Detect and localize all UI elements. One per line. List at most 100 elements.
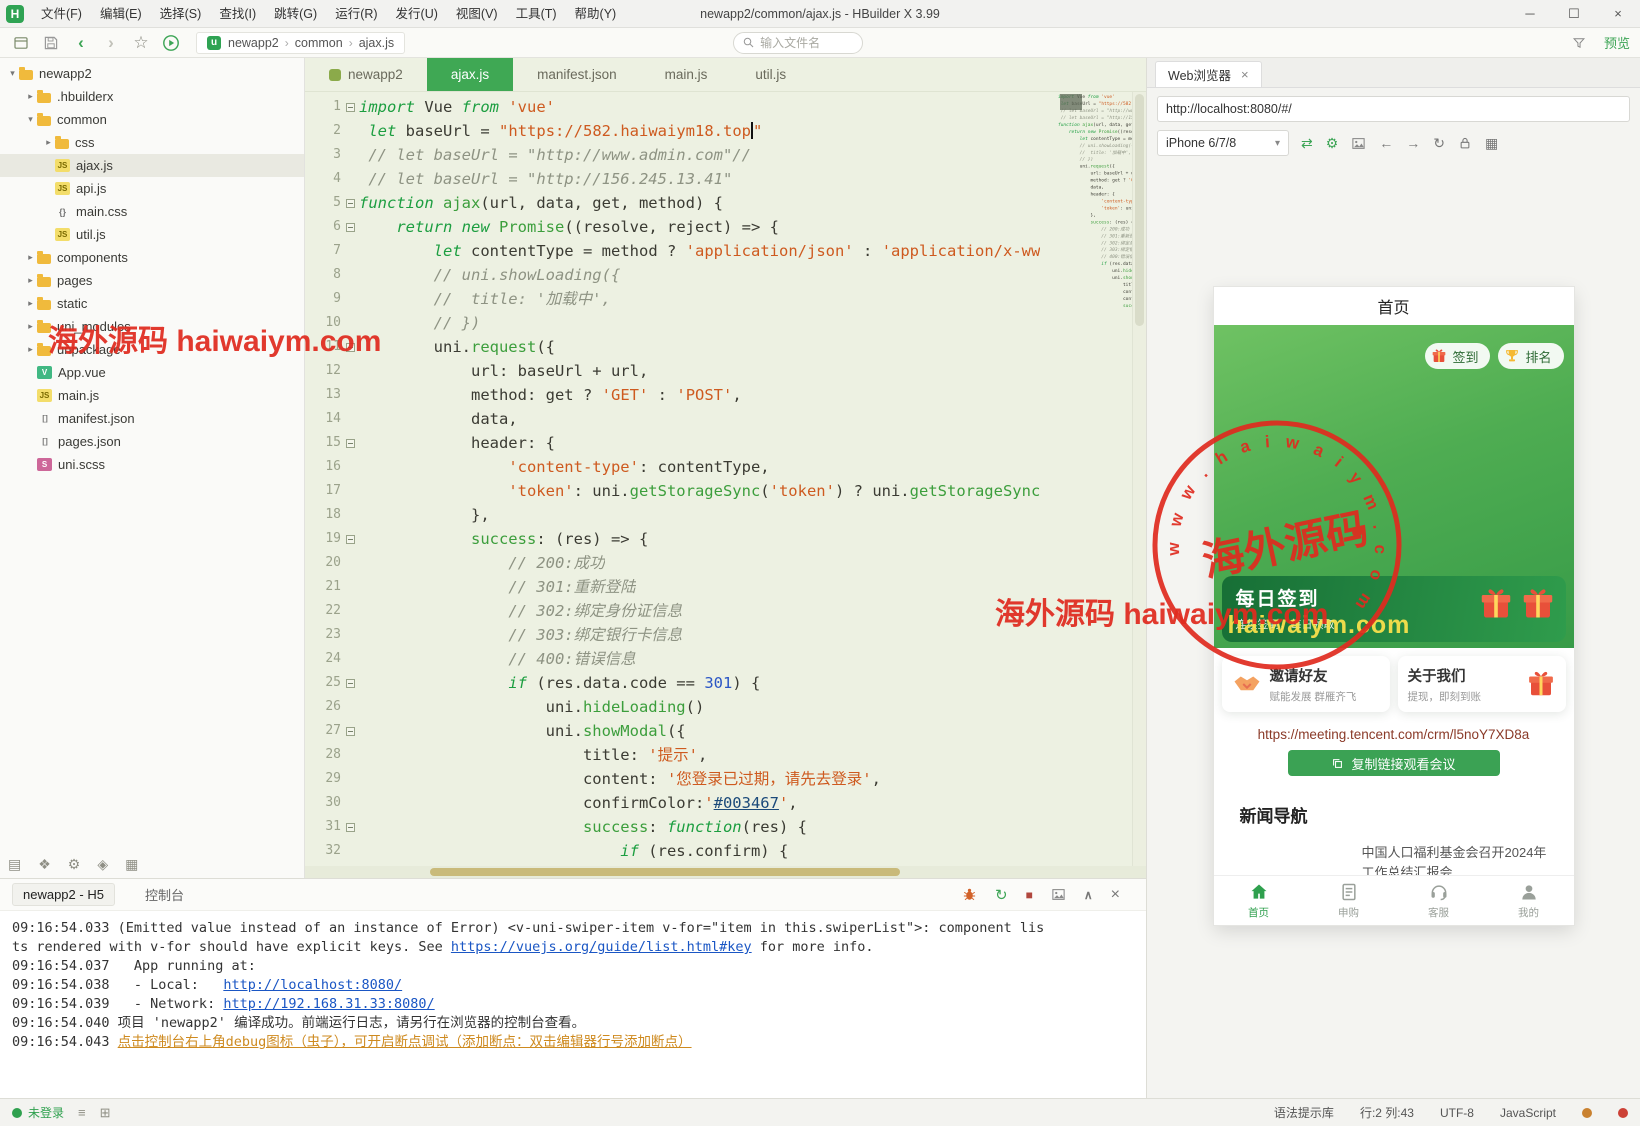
code-line[interactable]: 5function ajax(url, data, get, method) {: [305, 191, 1058, 215]
editor-tab-newapp2[interactable]: newapp2: [305, 58, 427, 91]
code-line[interactable]: 22 // 302:绑定身份证信息: [305, 599, 1058, 623]
fold-marker[interactable]: [341, 527, 359, 551]
error-icon[interactable]: [1618, 1108, 1628, 1118]
code-area[interactable]: 1import Vue from 'vue'2 let baseUrl = "h…: [305, 92, 1058, 866]
vertical-scrollbar[interactable]: [1132, 92, 1146, 866]
grid-icon[interactable]: ▦: [125, 856, 138, 873]
phone-tab-首页[interactable]: 首页: [1214, 876, 1304, 925]
code-line[interactable]: 23 // 303:绑定银行卡信息: [305, 623, 1058, 647]
expand-arrow-icon[interactable]: ▸: [42, 137, 55, 148]
code-line[interactable]: 14 data,: [305, 407, 1058, 431]
editor-tab-util-js[interactable]: util.js: [731, 58, 810, 91]
menu-item[interactable]: 工具(T): [507, 0, 566, 28]
console-tab-inactive[interactable]: 控制台: [135, 882, 194, 907]
refresh-icon[interactable]: ↻: [1433, 135, 1445, 152]
syntax-lib[interactable]: 语法提示库: [1274, 1104, 1334, 1121]
console-link[interactable]: http://192.168.31.33:8080/: [223, 996, 434, 1012]
menu-item[interactable]: 发行(U): [387, 0, 447, 28]
tree-item-static[interactable]: ▸static: [0, 292, 304, 315]
fold-marker[interactable]: [341, 815, 359, 839]
code-line[interactable]: 27 uni.showModal({: [305, 719, 1058, 743]
menu-item[interactable]: 选择(S): [151, 0, 211, 28]
console-link[interactable]: http://localhost:8080/: [223, 977, 402, 993]
code-line[interactable]: 29 content: '您登录已过期，请先去登录',: [305, 767, 1058, 791]
code-line[interactable]: 21 // 301:重新登陆: [305, 575, 1058, 599]
restart-icon[interactable]: ↻: [995, 886, 1008, 904]
meeting-link[interactable]: https://meeting.tencent.com/crm/l5noY7XD…: [1214, 727, 1574, 742]
fold-marker[interactable]: [341, 95, 359, 119]
console-log-output[interactable]: 09:16:54.033 (Emitted value instead of a…: [0, 911, 1146, 1098]
notice-icon[interactable]: [1582, 1108, 1592, 1118]
url-input[interactable]: [1157, 96, 1630, 122]
menu-item[interactable]: 文件(F): [32, 0, 91, 28]
tree-item-App-vue[interactable]: VApp.vue: [0, 361, 304, 384]
tree-item-manifest-json[interactable]: [ ]manifest.json: [0, 407, 304, 430]
favorite-icon[interactable]: ☆: [130, 33, 152, 53]
code-line[interactable]: 13 method: get ? 'GET' : 'POST',: [305, 383, 1058, 407]
cursor-position[interactable]: 行:2 列:43: [1360, 1104, 1414, 1121]
code-line[interactable]: 31 success: function(res) {: [305, 815, 1058, 839]
phone-tab-客服[interactable]: 客服: [1394, 876, 1484, 925]
tree-item-unpackage[interactable]: ▸unpackage: [0, 338, 304, 361]
card-关于我们[interactable]: 关于我们提现，即刻到账: [1398, 656, 1566, 712]
expand-arrow-icon[interactable]: ▸: [24, 252, 37, 263]
pill-签到[interactable]: 签到: [1425, 343, 1490, 369]
login-status[interactable]: 未登录: [12, 1104, 64, 1121]
menu-item[interactable]: 查找(I): [210, 0, 265, 28]
minimize-button[interactable]: ─: [1508, 0, 1552, 28]
menu-item[interactable]: 编辑(E): [91, 0, 151, 28]
code-line[interactable]: 32 if (res.confirm) {: [305, 839, 1058, 863]
code-line[interactable]: 19 success: (res) => {: [305, 527, 1058, 551]
outline-icon[interactable]: ≡: [78, 1105, 86, 1120]
menu-item[interactable]: 跳转(G): [265, 0, 326, 28]
menu-item[interactable]: 帮助(Y): [566, 0, 626, 28]
fold-marker[interactable]: [341, 671, 359, 695]
menu-item[interactable]: 运行(R): [326, 0, 386, 28]
code-line[interactable]: 3 // let baseUrl = "http://www.admin.com…: [305, 143, 1058, 167]
code-line[interactable]: 12 url: baseUrl + url,: [305, 359, 1058, 383]
code-line[interactable]: 10 // }): [305, 311, 1058, 335]
tree-item-pages-json[interactable]: [ ]pages.json: [0, 430, 304, 453]
tree-item-uni-scss[interactable]: Suni.scss: [0, 453, 304, 476]
tree-item-uni_modules[interactable]: ▸uni_modules: [0, 315, 304, 338]
split-view-icon[interactable]: ⊞: [100, 1105, 111, 1121]
code-line[interactable]: 2 let baseUrl = "https://582.haiwaiym18.…: [305, 119, 1058, 143]
debug-icon[interactable]: [962, 887, 977, 902]
expand-arrow-icon[interactable]: ▸: [24, 275, 37, 286]
capture-icon[interactable]: [1351, 136, 1366, 151]
code-line[interactable]: 25 if (res.data.code == 301) {: [305, 671, 1058, 695]
tree-item-ajax-js[interactable]: JSajax.js: [0, 154, 304, 177]
close-button[interactable]: ×: [1596, 0, 1640, 28]
close-icon[interactable]: ×: [1241, 67, 1249, 82]
back-button[interactable]: ‹: [70, 33, 92, 53]
code-line[interactable]: 16 'content-type': contentType,: [305, 455, 1058, 479]
code-line[interactable]: 17 'token': uni.getStorageSync('token') …: [305, 479, 1058, 503]
forward-icon[interactable]: →: [1406, 135, 1420, 151]
qrcode-icon[interactable]: ▦: [1485, 135, 1498, 152]
code-line[interactable]: 6 return new Promise((resolve, reject) =…: [305, 215, 1058, 239]
browser-tab[interactable]: Web浏览器 ×: [1155, 61, 1262, 87]
tree-item-main-css[interactable]: {}main.css: [0, 200, 304, 223]
back-icon[interactable]: ←: [1379, 135, 1393, 151]
tree-item--hbuilderx[interactable]: ▸.hbuilderx: [0, 85, 304, 108]
encoding[interactable]: UTF-8: [1440, 1106, 1474, 1120]
code-line[interactable]: 11 uni.request({: [305, 335, 1058, 359]
editor-tab-main-js[interactable]: main.js: [641, 58, 732, 91]
vertical-scrollbar-thumb[interactable]: [1135, 94, 1144, 326]
expand-arrow-icon[interactable]: ▾: [24, 114, 37, 125]
copy-link-button[interactable]: 复制链接观看会议: [1288, 750, 1500, 776]
expand-arrow-icon[interactable]: ▾: [6, 68, 19, 79]
extensions-icon[interactable]: ❖: [38, 856, 51, 873]
toggle-panel-icon[interactable]: [10, 32, 32, 54]
collapse-icon[interactable]: ∧: [1084, 888, 1093, 902]
breadcrumb-item[interactable]: ajax.js: [359, 36, 394, 50]
settings-icon[interactable]: ⚙: [1326, 135, 1339, 152]
console-tab-active[interactable]: newapp2 - H5: [12, 883, 115, 906]
tree-item-components[interactable]: ▸components: [0, 246, 304, 269]
phone-tab-申购[interactable]: 申购: [1304, 876, 1394, 925]
code-line[interactable]: 15 header: {: [305, 431, 1058, 455]
preview-button[interactable]: 预览: [1604, 33, 1630, 52]
code-line[interactable]: 4 // let baseUrl = "http://156.245.13.41…: [305, 167, 1058, 191]
tree-item-newapp2[interactable]: ▾newapp2: [0, 62, 304, 85]
code-line[interactable]: 7 let contentType = method ? 'applicatio…: [305, 239, 1058, 263]
